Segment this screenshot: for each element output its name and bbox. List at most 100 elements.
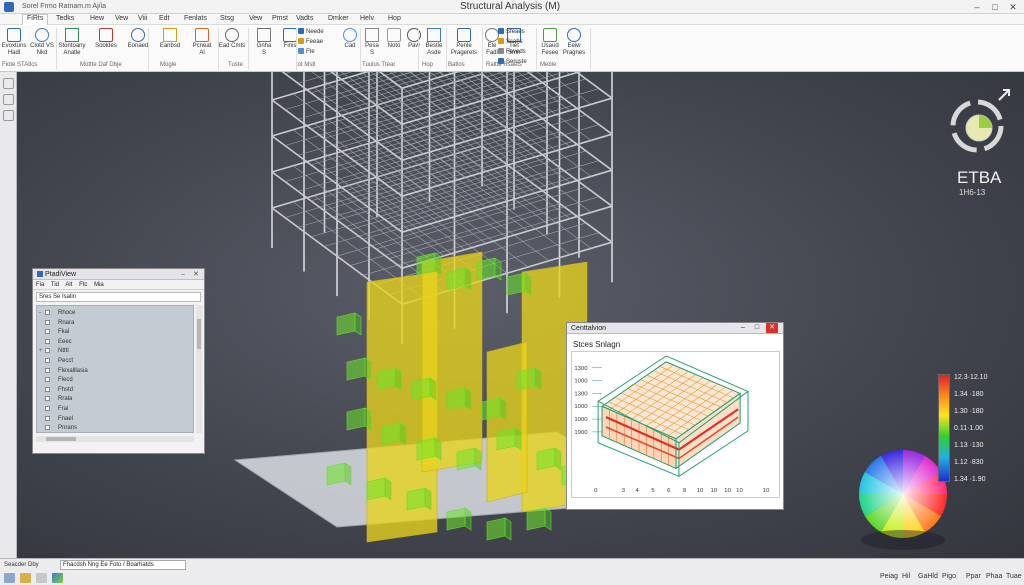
tree-row-checkbox[interactable] (45, 358, 50, 363)
tree-row-checkbox[interactable] (45, 310, 50, 315)
contour-minimize-button[interactable]: – (737, 323, 749, 333)
menu-item[interactable]: Hew (86, 15, 108, 22)
status-field[interactable]: Fhacdsh Nng Ee Foto / Boarhatds (60, 560, 186, 570)
tree-menu-item[interactable]: Ftc (79, 282, 87, 288)
close-button[interactable]: ✕ (1004, 1, 1022, 13)
ribbon-small-button[interactable]: Feeae (298, 38, 323, 46)
left-tool-strip (0, 72, 17, 558)
tree-menu-item[interactable]: Mia (94, 282, 104, 288)
menu-item[interactable]: Tedks (52, 15, 78, 22)
contour-titlebar[interactable]: Centtalvion – □ ✕ (567, 323, 783, 334)
ribbon-button[interactable]: Bestle Asde (420, 27, 448, 57)
menu-item[interactable]: Hop (384, 15, 405, 22)
ribbon-button[interactable]: Penle Pragerets (450, 27, 478, 57)
contour-close-button[interactable]: ✕ (766, 323, 778, 333)
tree-menu-item[interactable]: Alt (65, 282, 72, 288)
status-indicator[interactable]: Ppar (966, 573, 981, 580)
status-indicator[interactable]: GaHld (918, 573, 938, 580)
ribbon-button[interactable]: Clotd VS Nkd (28, 27, 56, 57)
menu-item[interactable]: Helv (356, 15, 378, 22)
ribbon-small-button[interactable]: Fte (298, 48, 315, 56)
ribbon-button[interactable]: Evoxtuns Hadl (0, 27, 28, 57)
small-button-icon (298, 48, 304, 54)
section-tool-icon[interactable] (3, 110, 14, 121)
stress-contour-plot[interactable]: 1300 1000 1300 1000 1000 1900 0 3 4 5 6 8 10 10 10 10 10 (571, 351, 780, 498)
menu-item[interactable]: Fenlats (180, 15, 211, 22)
status-indicator[interactable]: Hil (902, 573, 910, 580)
tree-row-checkbox[interactable] (45, 406, 50, 411)
scrollbar-thumb[interactable] (197, 319, 201, 349)
menu-item[interactable]: Pmst (268, 15, 292, 22)
tree-menu-item[interactable]: Tid (51, 282, 59, 288)
tree-row-label: Rhoce (58, 310, 76, 316)
select-tool-icon[interactable] (3, 78, 14, 89)
ribbon-small-button[interactable]: Neede (298, 28, 324, 36)
ribbon-button[interactable]: Stontoany Anatle (58, 27, 86, 57)
tree-row-checkbox[interactable] (45, 377, 50, 383)
draw-tool-icon[interactable] (3, 94, 14, 105)
tree-search-field[interactable]: Sres Se Isalin (36, 292, 201, 302)
ribbon-small-button[interactable]: Ssahs (498, 38, 523, 46)
tree-row[interactable]: Fkal (39, 327, 69, 337)
tree-row[interactable]: Eeec (39, 337, 72, 347)
menu-item[interactable]: Stsg (216, 15, 238, 22)
tree-row-checkbox[interactable] (45, 386, 50, 392)
tree-row[interactable]: Frai (39, 404, 68, 414)
menu-item[interactable]: Vadts (292, 15, 317, 22)
tree-horizontal-scrollbar[interactable] (36, 436, 194, 442)
tree-row[interactable]: Flexalllasia (39, 366, 88, 376)
ribbon-button-label: Hadl (7, 50, 21, 56)
tree-row-checkbox[interactable] (45, 396, 50, 402)
tree-row[interactable]: Fnael (39, 414, 73, 424)
ribbon-small-button[interactable]: Feveds (498, 48, 526, 56)
tree-row[interactable]: - Rhoce (39, 308, 75, 318)
status-indicator[interactable]: Phaa (986, 573, 1002, 580)
menu-item[interactable]: Edt (155, 15, 174, 22)
panel-minimize-button[interactable]: – (181, 269, 185, 280)
tree-row-checkbox[interactable] (45, 319, 50, 325)
menu-item[interactable]: FiRts (22, 14, 49, 25)
status-indicator[interactable]: Pigo (942, 573, 956, 580)
ribbon-button[interactable]: Pcneat Al (188, 27, 216, 57)
tree-row-checkbox[interactable] (45, 338, 50, 344)
tree-row-checkbox[interactable] (45, 348, 50, 354)
folder-icon[interactable] (20, 573, 31, 583)
tree-row[interactable]: Pnrans (39, 423, 77, 433)
window-icon[interactable] (4, 573, 15, 583)
tree-row-checkbox[interactable] (45, 329, 50, 335)
panel-close-button[interactable]: ✕ (193, 269, 199, 280)
ribbon-button[interactable]: Sooldes (92, 27, 120, 50)
ribbon-button[interactable]: Eanbsd (156, 27, 184, 50)
ribbon-button[interactable]: Eeiw Pragnes (560, 27, 588, 57)
menu-item[interactable]: Vew (245, 15, 266, 22)
menu-item[interactable]: Viii (134, 15, 151, 22)
tree-menu-item[interactable]: Fia (36, 282, 44, 288)
document-icon[interactable] (36, 573, 47, 583)
tree-row[interactable]: + Ntttl (39, 346, 69, 356)
model-tree-titlebar[interactable]: PtadiView – ✕ (33, 269, 204, 280)
minimize-button[interactable]: – (968, 1, 986, 13)
menu-item[interactable]: Dmker (324, 15, 353, 22)
ribbon-button-label: Anatle (63, 50, 81, 56)
status-indicator[interactable]: Tuae (1006, 573, 1022, 580)
tree-vertical-scrollbar[interactable] (196, 305, 202, 433)
ribbon-button[interactable]: Gnha S (250, 27, 278, 57)
tree-row[interactable]: Rnara (39, 318, 74, 328)
maximize-button[interactable]: □ (986, 1, 1004, 13)
tree-row[interactable]: Flecd (39, 375, 73, 385)
ribbon-button[interactable]: Ead Cmts (218, 27, 246, 50)
tree-row-checkbox[interactable] (45, 367, 50, 373)
menu-item[interactable]: Vew (111, 15, 132, 22)
tree-row[interactable]: Pecct (39, 356, 73, 366)
ribbon-small-button[interactable]: Sfeaes (498, 28, 525, 36)
tree-row-checkbox[interactable] (45, 415, 50, 421)
scrollbar-thumb[interactable] (46, 437, 76, 441)
contour-maximize-button[interactable]: □ (751, 323, 763, 333)
tree-row[interactable]: Rrala (39, 394, 72, 404)
status-indicator[interactable]: Peiag (880, 573, 898, 580)
tree-row-checkbox[interactable] (45, 425, 50, 431)
view-navigation-widget[interactable] (937, 84, 1017, 164)
app-icon[interactable] (52, 573, 63, 583)
expand-arrow-icon[interactable] (998, 89, 1010, 101)
tree-row[interactable]: Fhstd (39, 385, 73, 395)
